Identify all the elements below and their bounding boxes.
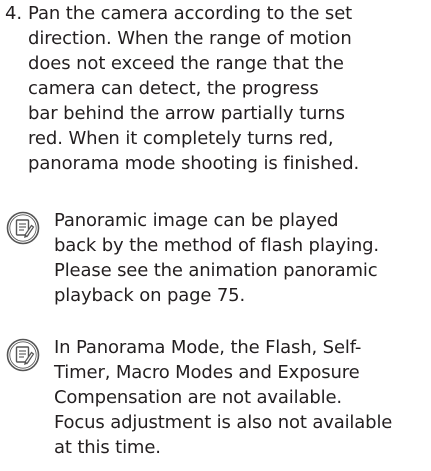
step-line: bar behind the arrow partially turns bbox=[28, 103, 345, 124]
note-line: Focus adjustment is also not available bbox=[54, 412, 393, 433]
step-line: red. When it completely turns red, bbox=[28, 128, 334, 149]
step-line: camera can detect, the progress bbox=[28, 78, 319, 99]
note-text: In Panorama Mode, the Flash, Self- Timer… bbox=[54, 335, 431, 460]
note-line: playback on page 75. bbox=[54, 285, 246, 306]
note-line: Timer, Macro Modes and Exposure bbox=[54, 362, 360, 383]
step-line: direction. When the range of motion bbox=[28, 28, 352, 49]
note-line: In Panorama Mode, the Flash, Self- bbox=[54, 337, 362, 358]
note-text: Panoramic image can be played back by th… bbox=[54, 208, 431, 308]
memo-note-icon bbox=[6, 211, 40, 245]
manual-page: 4. Pan the camera according to the set d… bbox=[0, 0, 431, 471]
step-line: panorama mode shooting is finished. bbox=[28, 153, 360, 174]
note-line: back by the method of flash playing. bbox=[54, 235, 380, 256]
note-line: Panoramic image can be played bbox=[54, 210, 339, 231]
step-text: Pan the camera according to the set dire… bbox=[28, 1, 431, 176]
note-line: Please see the animation panoramic bbox=[54, 260, 378, 281]
note-line: at this time. bbox=[54, 437, 161, 458]
step-line: Pan the camera according to the set bbox=[28, 3, 353, 24]
memo-note-icon bbox=[6, 338, 40, 372]
step-line: does not exceed the range that the bbox=[28, 53, 344, 74]
step-number: 4. bbox=[5, 3, 22, 24]
note-line: Compensation are not available. bbox=[54, 387, 342, 408]
